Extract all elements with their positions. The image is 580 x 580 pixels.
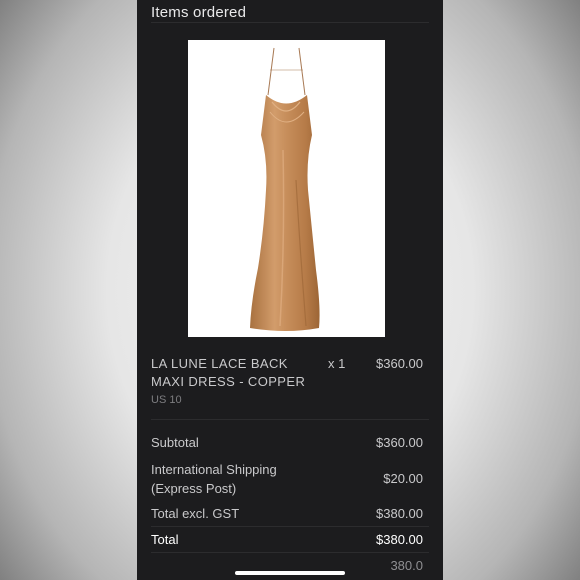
- product-price: $360.00: [376, 356, 423, 371]
- product-quantity: x 1: [328, 356, 346, 371]
- divider: [151, 419, 429, 420]
- subtotal-value: $360.00: [376, 435, 423, 450]
- total-label: Total: [151, 532, 179, 547]
- total-excl-gst-label: Total excl. GST: [151, 506, 240, 521]
- order-panel: Items ordered LA LUNE LACE BACK MAXI DRE…: [137, 0, 443, 580]
- total-value: $380.00: [376, 532, 423, 547]
- home-indicator[interactable]: [235, 571, 345, 575]
- shipping-label-line2: (Express Post): [151, 481, 237, 496]
- shipping-label: International Shipping (Express Post): [151, 460, 277, 498]
- dress-image: [250, 47, 320, 331]
- divider: [151, 526, 429, 527]
- product-size: US 10: [151, 394, 182, 406]
- divider: [151, 552, 429, 553]
- extra-value: 380.0: [390, 558, 423, 573]
- divider: [151, 22, 429, 23]
- shipping-label-line1: International Shipping: [151, 462, 277, 477]
- product-image[interactable]: [188, 40, 385, 337]
- shipping-value: $20.00: [383, 471, 423, 486]
- subtotal-label: Subtotal: [151, 435, 199, 450]
- total-excl-gst-value: $380.00: [376, 506, 423, 521]
- product-name[interactable]: LA LUNE LACE BACK MAXI DRESS - COPPER: [151, 355, 321, 391]
- section-title: Items ordered: [151, 4, 247, 21]
